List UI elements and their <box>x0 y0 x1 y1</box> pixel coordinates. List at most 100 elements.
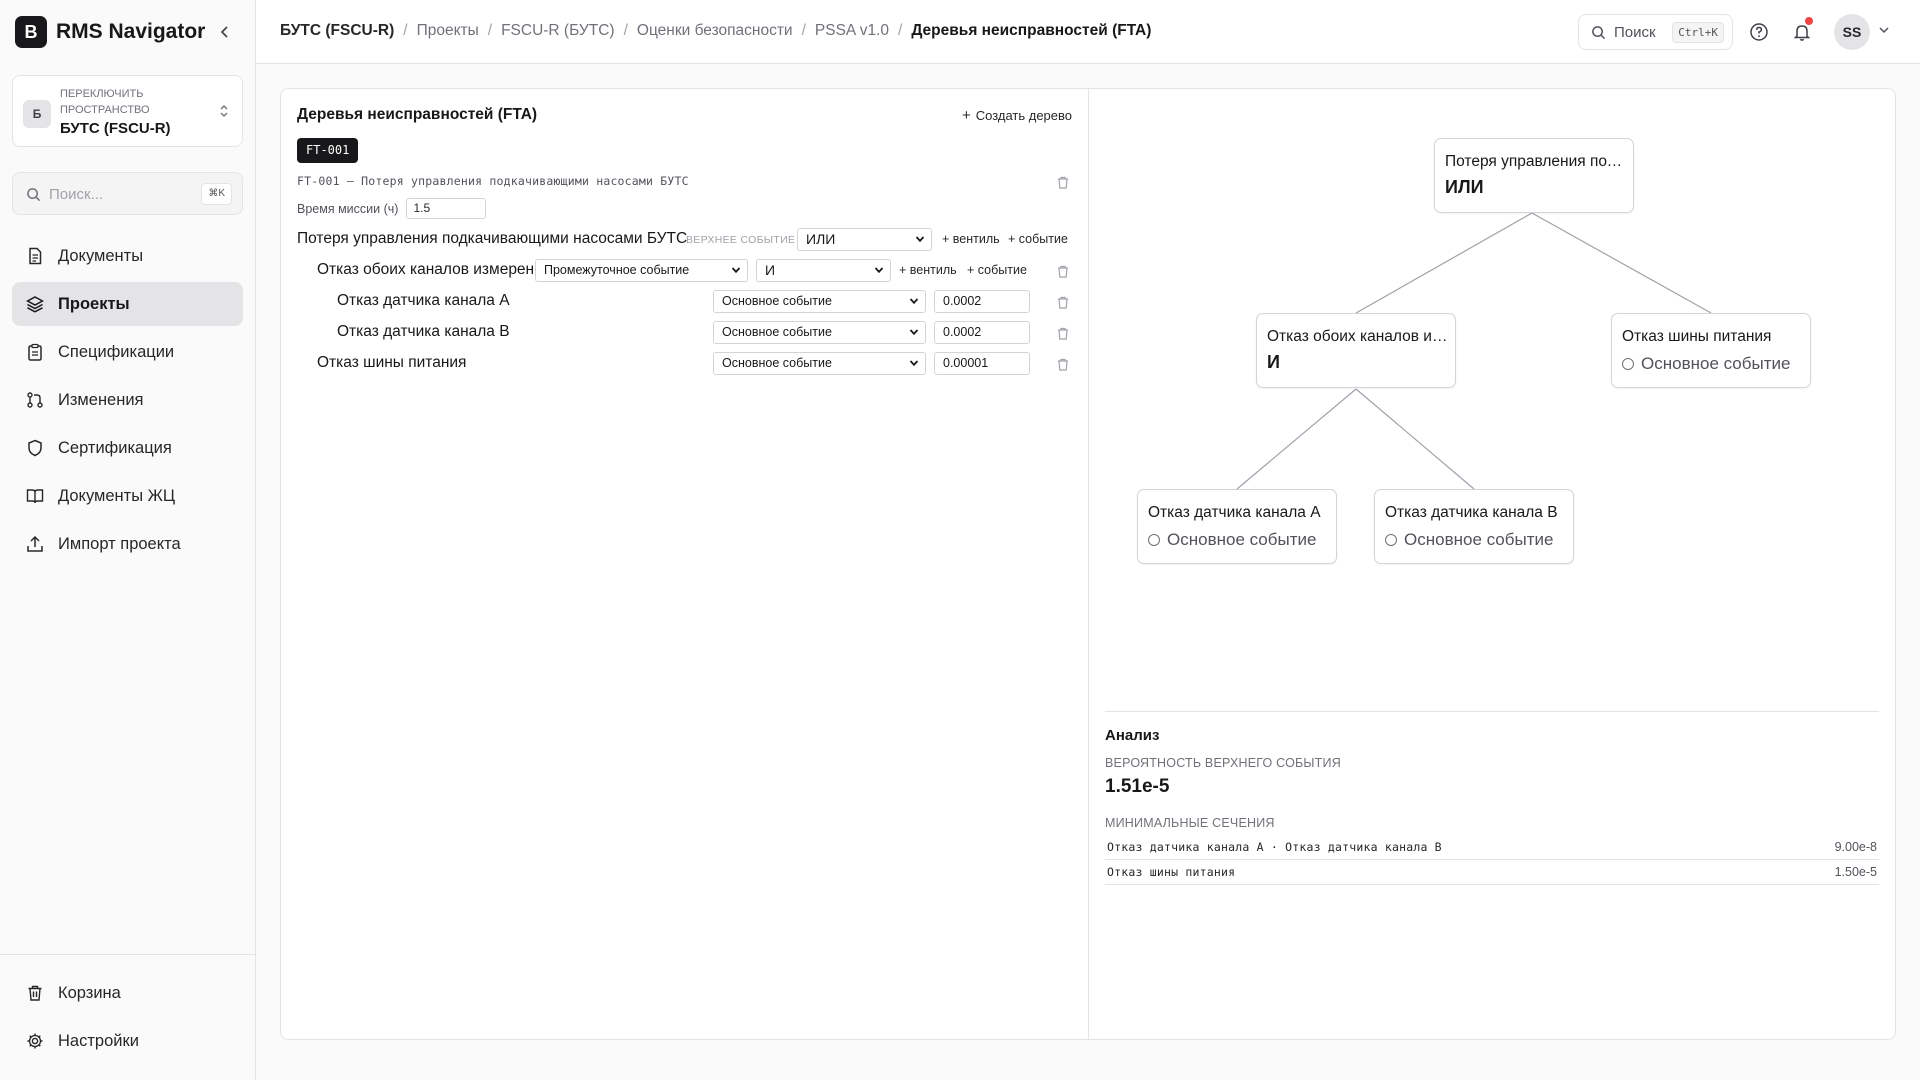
delete-tree-button[interactable] <box>1056 175 1070 189</box>
breadcrumb-project[interactable]: FSCU-R (БУТС) <box>501 22 615 40</box>
basic-event-row: Отказ датчика канала В Основное событие … <box>297 321 1072 346</box>
circle-icon <box>1148 534 1160 546</box>
top-event-tag: Верхнее событие <box>686 234 796 246</box>
gate-select[interactable]: И <box>756 259 891 282</box>
trash-icon <box>25 983 45 1003</box>
gate-select[interactable]: ИЛИ <box>797 228 932 251</box>
fta-workspace: Деревья неисправностей (FTA) + Создать д… <box>280 88 1896 1040</box>
event-label[interactable]: Отказ шины питания <box>317 354 466 372</box>
top-event-label[interactable]: Потеря управления подкачивающими насосам… <box>297 230 687 248</box>
breadcrumb-projects[interactable]: Проекты <box>417 22 479 40</box>
mission-time: Время миссии (ч) 1.5 <box>297 198 487 219</box>
breadcrumb-workspace[interactable]: БУТС (FSCU-R) <box>280 22 394 40</box>
nav-item-label: Настройки <box>58 1031 139 1050</box>
node-title: Отказ обоих каналов измерения <box>1267 328 1452 345</box>
workspace-switcher[interactable]: Б Переключить пространство БУТС (FSCU-R) <box>12 75 243 147</box>
mission-time-input[interactable]: 1.5 <box>406 198 487 219</box>
tree-tab-ft-001[interactable]: FT-001 <box>297 138 359 163</box>
nav-item-changes[interactable]: Изменения <box>12 378 243 422</box>
cutset-value: 1.50e-5 <box>1834 865 1877 879</box>
graph-node-top-event[interactable]: Потеря управления подкачивающими насосам… <box>1434 138 1634 213</box>
brand[interactable]: B RMS Navigator <box>15 16 205 48</box>
cutsets-label: Минимальные сечения <box>1105 816 1275 830</box>
search-icon <box>27 188 41 202</box>
collapse-sidebar-button[interactable] <box>217 22 233 42</box>
breadcrumb-current: Деревья неисправностей (FTA) <box>911 22 1152 39</box>
workspace-switch-label: Переключить пространство <box>60 88 150 116</box>
nav-item-trash[interactable]: Корзина <box>12 971 243 1015</box>
graph-node-basic[interactable]: Отказ датчика канала А Основное событие <box>1137 489 1337 564</box>
nav-item-lifecycle-docs[interactable]: Документы ЖЦ <box>12 474 243 518</box>
plus-icon: + <box>961 107 971 124</box>
graph-node-basic[interactable]: Отказ датчика канала В Основное событие <box>1374 489 1574 564</box>
chevron-down-icon <box>731 267 741 274</box>
upload-icon <box>25 534 45 554</box>
chevron-down-icon <box>915 236 925 243</box>
delete-event-button[interactable] <box>1056 264 1070 278</box>
basic-event-row: Отказ шины питания Основное событие 0.00… <box>297 352 1072 377</box>
sidebar: B RMS Navigator Б Переключить пространст… <box>0 0 256 1080</box>
delete-event-button[interactable] <box>1056 357 1070 371</box>
event-type-select[interactable]: Основное событие <box>713 352 926 375</box>
chevron-down-icon <box>909 329 919 336</box>
event-label[interactable]: Отказ обоих каналов измерения <box>317 261 551 279</box>
analysis-title: Анализ <box>1105 727 1160 744</box>
nav-item-label: Импорт проекта <box>58 534 181 553</box>
nav-item-label: Спецификации <box>58 342 175 361</box>
mission-time-label: Время миссии (ч) <box>297 201 399 216</box>
nav-item-label: Сертификация <box>58 438 172 457</box>
chevrons-up-down-icon <box>220 105 228 117</box>
probability-input[interactable]: 0.0002 <box>934 290 1030 313</box>
cutset-row: Отказ датчика канала А · Отказ датчика к… <box>1105 835 1879 860</box>
delete-event-button[interactable] <box>1056 326 1070 340</box>
create-tree-button[interactable]: + Создать дерево <box>962 107 1072 124</box>
nav-item-settings[interactable]: Настройки <box>12 1019 243 1063</box>
trash-icon <box>1058 176 1068 189</box>
connector-line <box>1355 388 1475 490</box>
node-basic-type: Основное событие <box>1622 354 1790 374</box>
add-event-button[interactable]: + событие <box>1008 232 1068 246</box>
event-type-select[interactable]: Основное событие <box>713 290 926 313</box>
event-label[interactable]: Отказ датчика канала А <box>337 292 510 310</box>
create-tree-label: Создать дерево <box>975 108 1072 123</box>
nav-item-documents[interactable]: Документы <box>12 234 243 278</box>
chevron-left-icon <box>220 26 228 38</box>
delete-event-button[interactable] <box>1056 295 1070 309</box>
global-search-input[interactable]: Поиск Ctrl+K <box>1578 14 1733 50</box>
sidebar-search-input[interactable]: Поиск... ⌘K <box>12 172 243 215</box>
connector-line <box>1355 212 1533 314</box>
graph-node-basic[interactable]: Отказ шины питания Основное событие <box>1611 313 1811 388</box>
nav-item-label: Документы <box>58 246 144 265</box>
add-gate-button[interactable]: + вентиль <box>899 263 957 277</box>
notifications-button[interactable] <box>1790 17 1814 44</box>
node-basic-type: Основное событие <box>1148 530 1316 550</box>
user-avatar[interactable]: SS <box>1834 14 1870 50</box>
help-circle-icon <box>1750 23 1768 41</box>
breadcrumb-pssa[interactable]: PSSA v1.0 <box>815 22 889 40</box>
top-probability-value: 1.51e-5 <box>1105 776 1170 797</box>
file-text-icon <box>25 246 45 266</box>
app-name: RMS Navigator <box>56 20 206 43</box>
event-label[interactable]: Отказ датчика канала В <box>337 323 510 341</box>
nav-item-specifications[interactable]: Спецификации <box>12 330 243 374</box>
probability-input[interactable]: 0.0002 <box>934 321 1030 344</box>
basic-event-row: Отказ датчика канала А Основное событие … <box>297 290 1072 315</box>
event-type-select[interactable]: Промежуточное событие <box>535 259 748 282</box>
breadcrumb-safety-assessments[interactable]: Оценки безопасности <box>637 22 793 40</box>
probability-input[interactable]: 0.00001 <box>934 352 1030 375</box>
nav-item-projects[interactable]: Проекты <box>12 282 243 326</box>
node-title: Потеря управления подкачивающими насосам… <box>1445 153 1630 170</box>
trash-icon <box>1058 296 1068 309</box>
cutset-value: 9.00e-8 <box>1834 840 1877 854</box>
help-button[interactable] <box>1747 20 1771 44</box>
nav-item-import-project[interactable]: Импорт проекта <box>12 522 243 566</box>
nav-item-certification[interactable]: Сертификация <box>12 426 243 470</box>
intermediate-event-row: Отказ обоих каналов измерения Промежуточ… <box>297 259 1072 284</box>
notification-badge <box>1805 17 1813 25</box>
add-event-button[interactable]: + событие <box>967 263 1027 277</box>
event-type-select[interactable]: Основное событие <box>713 321 926 344</box>
add-gate-button[interactable]: + вентиль <box>942 232 1000 246</box>
chevron-down-icon[interactable] <box>1878 24 1890 36</box>
nav-item-label: Корзина <box>58 983 121 1002</box>
graph-node-intermediate[interactable]: Отказ обоих каналов измерения И <box>1256 313 1456 388</box>
